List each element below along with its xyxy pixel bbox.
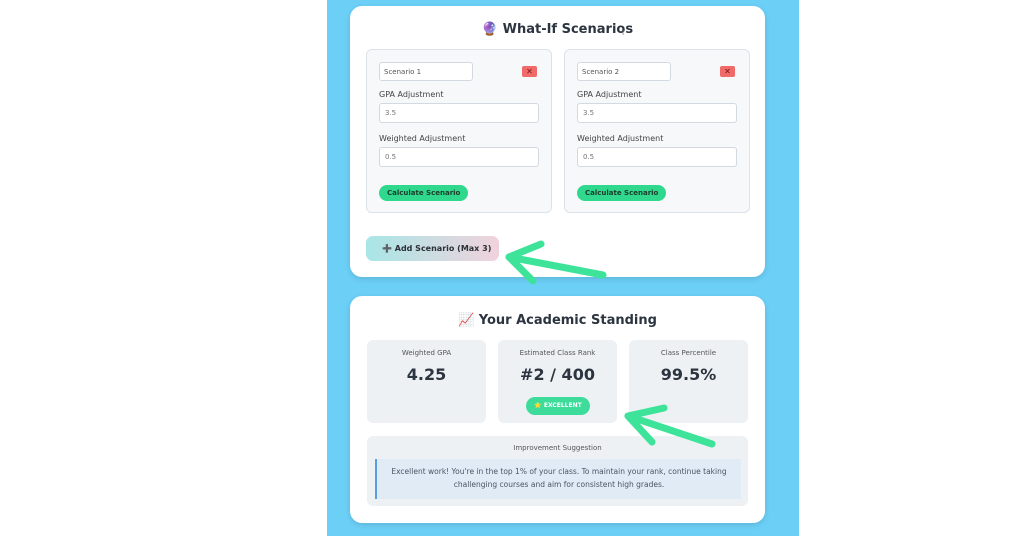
standing-title: 📈 Your Academic Standing [458, 313, 657, 328]
scenario-name-input[interactable] [577, 62, 671, 81]
stat-label: Weighted GPA [401, 349, 452, 357]
class-rank-box: Estimated Class Rank #2 / 400 ⭐ EXCELLEN… [498, 340, 617, 423]
info-mark: ı [622, 28, 625, 37]
improvement-text: Excellent work! You're in the top 1% of … [375, 459, 741, 499]
gpa-adjustment-label: GPA Adjustment [577, 90, 642, 99]
scenario-panel-1: ✕ GPA Adjustment Weighted Adjustment Cal… [366, 49, 552, 213]
stat-value: #2 / 400 [520, 365, 595, 384]
weighted-adjustment-label: Weighted Adjustment [577, 134, 664, 143]
gpa-adjustment-input[interactable] [577, 103, 737, 123]
calculate-scenario-button[interactable]: Calculate Scenario [379, 185, 469, 201]
weighted-adjustment-input[interactable] [577, 147, 737, 167]
gpa-adjustment-label: GPA Adjustment [379, 90, 444, 99]
stat-value: 99.5% [660, 365, 717, 384]
stat-label: Estimated Class Rank [519, 349, 596, 357]
stat-label: Class Percentile [660, 349, 717, 357]
improvement-suggestion-box: Improvement Suggestion Excellent work! Y… [367, 436, 748, 506]
academic-standing-card: 📈 Your Academic Standing Weighted GPA 4.… [350, 296, 765, 523]
calculate-scenario-button[interactable]: Calculate Scenario [577, 185, 667, 201]
add-scenario-button[interactable]: ➕ Add Scenario (Max 3) [366, 236, 499, 261]
excellent-badge: ⭐ EXCELLENT [526, 397, 590, 415]
weighted-adjustment-input[interactable] [379, 147, 539, 167]
what-if-scenarios-card: 🔮 What-If Scenarios ı ✕ GPA Adjustment W… [350, 6, 765, 277]
scenarios-title: 🔮 What-If Scenarios [481, 22, 634, 37]
scenario-panel-2: ✕ GPA Adjustment Weighted Adjustment Cal… [564, 49, 750, 213]
remove-scenario-button[interactable]: ✕ [522, 66, 537, 77]
gpa-adjustment-input[interactable] [379, 103, 539, 123]
improvement-title: Improvement Suggestion [513, 444, 602, 452]
weighted-gpa-box: Weighted GPA 4.25 [367, 340, 486, 423]
class-percentile-box: Class Percentile 99.5% [629, 340, 748, 423]
stat-value: 4.25 [406, 365, 447, 384]
weighted-adjustment-label: Weighted Adjustment [379, 134, 466, 143]
remove-scenario-button[interactable]: ✕ [720, 66, 735, 77]
scenario-name-input[interactable] [379, 62, 473, 81]
